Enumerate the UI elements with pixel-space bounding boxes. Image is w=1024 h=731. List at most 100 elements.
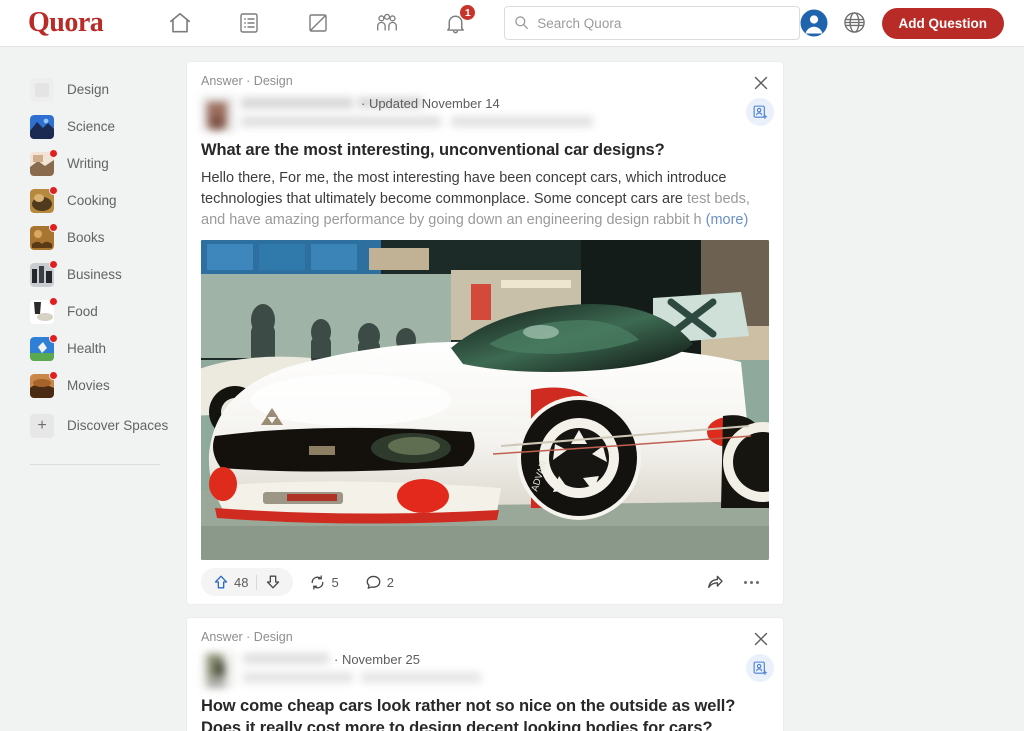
top-navigation-bar: Quora [0,0,1024,47]
nav-notifications-button[interactable]: 1 [421,0,490,46]
nav-home-button[interactable] [145,0,214,46]
unread-dot [49,371,58,380]
sidebar-item-label: Design [67,82,109,97]
science-space-icon [30,115,54,139]
unread-dot [49,186,58,195]
answer-icon [306,11,330,35]
more-link[interactable]: (more) [706,212,749,228]
space-thumbnail [30,300,54,324]
language-button[interactable] [842,10,868,36]
post-timestamp: · Updated November 14 [361,96,500,111]
downvote-arrow-icon [265,574,281,590]
sidebar-item-books[interactable]: Books [30,219,186,256]
feed-card: Answer · Design [186,617,784,731]
space-thumbnail [30,226,54,250]
question-title[interactable]: What are the most interesting, unconvent… [201,140,769,162]
plus-icon: + [30,414,54,438]
vote-control: 48 [201,568,293,596]
card-action-bar: 48 5 [201,560,769,604]
nav-answer-button[interactable] [283,0,352,46]
author-bio-redacted-2 [451,116,593,127]
dot [756,581,760,585]
author-bio-redacted [241,116,441,127]
close-icon [754,632,768,646]
author-avatar-redacted [201,96,235,132]
sidebar-item-label: Writing [67,156,109,171]
dismiss-card-button[interactable] [751,73,771,93]
post-timestamp: · November 25 [334,652,420,667]
close-icon [754,76,768,90]
unread-dot [49,260,58,269]
upvote-arrow-icon [213,574,229,590]
unread-dot [49,149,58,158]
upvote-button[interactable]: 48 [205,569,256,595]
sidebar-item-label: Business [67,267,122,282]
comment-button[interactable]: 2 [355,568,404,596]
dismiss-card-button[interactable] [751,629,771,649]
unread-dot [49,297,58,306]
notification-badge: 1 [459,4,476,21]
repost-count: 5 [331,575,338,590]
add-question-button[interactable]: Add Question [882,8,1005,39]
more-options-button[interactable] [734,568,770,596]
main-nav-icons: 1 [145,0,490,46]
answer-text: Hello there, For me, the most interestin… [201,170,727,207]
downvote-button[interactable] [257,569,289,595]
sidebar-item-movies[interactable]: Movies [30,367,186,404]
sidebar-item-label: Cooking [67,193,117,208]
page-body: Design Science Writing [0,47,1024,731]
dot [750,581,754,585]
feed-card: Answer · Design [186,61,784,605]
space-thumbnail [30,115,54,139]
sidebar-item-label: Science [67,119,115,134]
sidebar-item-business[interactable]: Business [30,256,186,293]
sidebar-item-food[interactable]: Food [30,293,186,330]
space-thumbnail [30,78,54,102]
question-title[interactable]: How come cheap cars look rather not so n… [201,696,769,731]
repost-icon [309,574,326,591]
author-avatar-redacted [201,652,235,688]
author-bio-redacted [243,672,353,683]
comment-count: 2 [387,575,394,590]
sidebar-divider [30,464,160,465]
card-kicker: Answer · Design [201,630,769,644]
avatar-icon [800,9,828,37]
home-icon [167,10,193,36]
nav-spaces-button[interactable] [352,0,421,46]
card-kicker: Answer · Design [201,74,769,88]
globe-icon [842,10,867,35]
search-box[interactable] [504,6,799,40]
author-row-redacted: · Updated November 14 [201,92,769,138]
search-input[interactable] [504,6,799,40]
sidebar-item-discover-spaces[interactable]: + Discover Spaces [30,407,186,444]
author-bio-redacted-2 [361,672,481,683]
sidebar-item-writing[interactable]: Writing [30,145,186,182]
feed-column: Answer · Design [186,47,1024,731]
profile-avatar[interactable] [800,9,828,37]
nav-following-button[interactable] [214,0,283,46]
share-button[interactable] [696,568,734,596]
comment-icon [365,574,382,591]
author-row-redacted: · November 25 [201,648,769,694]
upvote-count: 48 [234,575,248,590]
repost-button[interactable]: 5 [299,568,348,596]
author-name-redacted [241,97,353,109]
sidebar-item-science[interactable]: Science [30,108,186,145]
sidebar-item-label: Books [67,230,105,245]
sidebar-item-label: Movies [67,378,110,393]
space-thumbnail [30,337,54,361]
quora-logo[interactable]: Quora [28,9,103,37]
concept-car-photo: ADVAN [201,240,769,560]
sidebar-item-cooking[interactable]: Cooking [30,182,186,219]
dot [744,581,748,585]
author-name-redacted [243,653,329,664]
space-thumbnail [30,374,54,398]
answer-image[interactable]: ADVAN [201,240,769,560]
sidebar-item-label: Health [67,341,106,356]
sidebar-item-health[interactable]: Health [30,330,186,367]
unread-dot [49,223,58,232]
spaces-icon [374,11,400,35]
header-right-controls: Add Question [800,8,1011,39]
sidebar-item-design[interactable]: Design [30,71,186,108]
answer-preview: Hello there, For me, the most interestin… [201,168,769,231]
